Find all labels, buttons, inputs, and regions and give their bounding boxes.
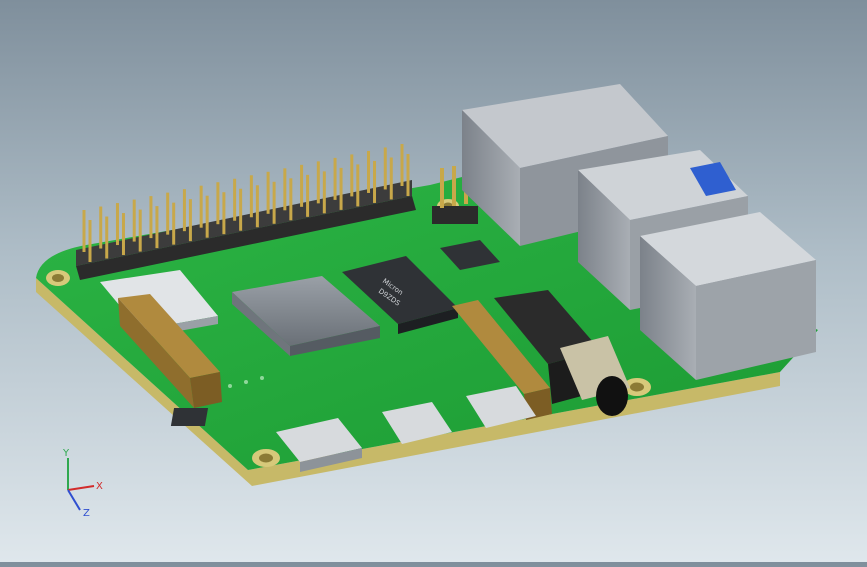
x-axis (67, 485, 95, 491)
z-axis (67, 489, 81, 511)
3d-model-viewport[interactable]: Micron D9ZDS (0, 0, 867, 562)
axis-triad: Y X Z (62, 448, 103, 519)
y-label: Y (62, 448, 70, 459)
coordinate-triad[interactable]: Y X Z (48, 446, 108, 526)
raspberry-pi-3d-model: Micron D9ZDS (36, 84, 818, 486)
z-label: Z (83, 508, 90, 519)
x-label: X (96, 481, 103, 492)
